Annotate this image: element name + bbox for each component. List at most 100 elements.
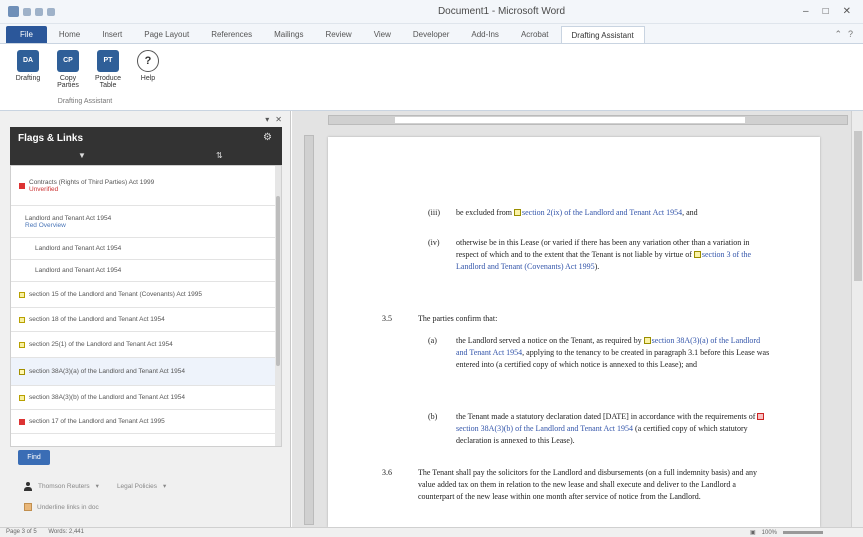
status-bar: Page 3 of 5 Words: 2,441 ▣ 100% (0, 527, 863, 537)
yellow-flag-icon (19, 394, 25, 401)
para-number: (iv) (428, 238, 440, 247)
filter-icon[interactable]: ▼ (78, 151, 86, 160)
list-item[interactable]: section 38A(3)(a) of the Landlord and Te… (11, 358, 281, 386)
drafting-button[interactable]: DA Drafting (10, 50, 46, 82)
paragraph[interactable]: The parties confirm that: (418, 313, 772, 325)
view-mode-icon[interactable]: ▣ (750, 529, 756, 536)
citation-link[interactable]: section 2(ix) of the Landlord and Tenant… (522, 208, 682, 217)
list-item-text: Landlord and Tenant Act 1954 (25, 214, 112, 222)
list-item[interactable]: section 25(1) of the Landlord and Tenant… (11, 332, 281, 358)
list-item-text: Landlord and Tenant Act 1954 (35, 267, 122, 274)
copy-parties-button[interactable]: CP Copy Parties (50, 50, 86, 89)
options-dropdown[interactable]: Legal Policies (117, 483, 157, 490)
zoom-level[interactable]: 100% (762, 530, 777, 536)
person-icon (24, 481, 32, 491)
chevron-down-icon[interactable]: ▾ (96, 482, 99, 490)
drafting-icon: DA (17, 50, 39, 72)
tab-insert[interactable]: Insert (92, 26, 132, 43)
tab-review[interactable]: Review (315, 26, 361, 43)
underline-option[interactable]: Underline links in doc (24, 503, 99, 511)
tab-drafting-assistant[interactable]: Drafting Assistant (560, 26, 645, 43)
list-item-text: section 25(1) of the Landlord and Tenant… (29, 341, 173, 348)
sort-icon[interactable]: ⇅ (216, 151, 223, 160)
underline-label: Underline links in doc (37, 503, 99, 511)
para-number: (b) (428, 412, 438, 421)
list-item[interactable]: section 18 of the Landlord and Tenant Ac… (11, 308, 281, 332)
tab-file[interactable]: File (6, 26, 47, 43)
tab-add-ins[interactable]: Add-Ins (461, 26, 509, 43)
para-number: (a) (428, 336, 437, 345)
red-flag-icon (19, 182, 25, 189)
underline-checkbox[interactable] (24, 503, 32, 511)
ribbon: DA Drafting CP Copy Parties PT Produce T… (0, 44, 863, 111)
para-number: 3.5 (382, 314, 392, 323)
redo-icon[interactable] (47, 7, 55, 16)
help-button[interactable]: ? Help (130, 50, 166, 82)
help-label: Help (140, 75, 156, 82)
list-scroll-thumb[interactable] (276, 196, 280, 366)
copy-parties-icon: CP (57, 50, 79, 72)
produce-table-button[interactable]: PT Produce Table (90, 50, 126, 89)
red-flag-icon[interactable] (757, 413, 765, 420)
zoom-slider[interactable] (783, 531, 823, 534)
page-count[interactable]: Page 3 of 5 (6, 529, 37, 535)
citation-link[interactable]: section 38A(3)(b) of the Landlord and Te… (456, 424, 633, 433)
tab-acrobat[interactable]: Acrobat (511, 26, 559, 43)
list-scrollbar[interactable] (275, 166, 281, 446)
user-dropdown[interactable]: Thomson Reuters (38, 483, 90, 490)
tab-mailings[interactable]: Mailings (264, 26, 313, 43)
list-item[interactable]: section 38A(3)(b) of the Landlord and Te… (11, 386, 281, 410)
save-icon[interactable] (23, 7, 31, 16)
horizontal-ruler[interactable] (328, 115, 848, 125)
yellow-flag-icon[interactable] (693, 251, 701, 258)
list-item[interactable]: section 17 of the Landlord and Tenant Ac… (11, 410, 281, 434)
yellow-flag-icon[interactable] (513, 209, 521, 216)
word-count[interactable]: Words: 2,441 (48, 529, 84, 535)
paragraph[interactable]: be excluded from section 2(ix) of the La… (456, 207, 772, 219)
pane-settings-icon[interactable]: ⚙ (263, 132, 272, 143)
paragraph[interactable]: The Tenant shall pay the solicitors for … (418, 467, 772, 503)
document-scrollbar[interactable] (851, 111, 863, 527)
chevron-down-icon[interactable]: ▾ (163, 482, 166, 490)
quick-access-toolbar (0, 6, 200, 17)
produce-table-label: Produce Table (94, 75, 122, 89)
vertical-ruler[interactable] (304, 135, 314, 525)
list-item-text: section 15 of the Landlord and Tenant (C… (29, 291, 202, 298)
document-area: (iii) be excluded from section 2(ix) of … (292, 111, 863, 527)
tab-developer[interactable]: Developer (403, 26, 459, 43)
pane-close-icon[interactable]: ✕ (275, 115, 282, 124)
paragraph[interactable]: the Tenant made a statutory declaration … (456, 411, 772, 447)
document-scroll-thumb[interactable] (854, 131, 862, 281)
help-icon[interactable]: ? (848, 29, 853, 40)
yellow-flag-icon[interactable] (643, 337, 651, 344)
document-page[interactable]: (iii) be excluded from section 2(ix) of … (328, 137, 820, 527)
ribbon-tabs: File Home Insert Page Layout References … (0, 24, 863, 44)
list-item-text: Contracts (Rights of Third Parties) Act … (29, 178, 155, 186)
minimize-ribbon-icon[interactable]: ⌃ (834, 29, 842, 40)
list-item[interactable]: Landlord and Tenant Act 1954 (11, 260, 281, 282)
window-title: Document1 - Microsoft Word (437, 6, 566, 17)
tab-page-layout[interactable]: Page Layout (134, 26, 199, 43)
pane-header: Flags & Links ⚙ ▼ ⇅ (10, 127, 282, 165)
tab-view[interactable]: View (364, 26, 401, 43)
list-item[interactable]: Landlord and Tenant Act 1954 Red Overvie… (11, 206, 281, 238)
copy-parties-label: Copy Parties (57, 75, 79, 89)
paragraph[interactable]: otherwise be in this Lease (or varied if… (456, 237, 772, 273)
para-number: 3.6 (382, 468, 392, 477)
paragraph[interactable]: the Landlord served a notice on the Tena… (456, 335, 772, 371)
find-button[interactable]: Find (18, 450, 50, 465)
maximize-icon[interactable]: □ (823, 6, 829, 17)
pane-menu-icon[interactable]: ▾ (265, 115, 269, 124)
close-icon[interactable]: ✕ (843, 6, 851, 17)
tab-home[interactable]: Home (49, 26, 90, 43)
user-options-row: Thomson Reuters ▾ Legal Policies ▾ (24, 479, 274, 493)
undo-icon[interactable] (35, 7, 43, 16)
minimize-icon[interactable]: – (803, 6, 809, 17)
list-item-text: section 18 of the Landlord and Tenant Ac… (29, 316, 165, 323)
produce-table-icon: PT (97, 50, 119, 72)
list-item[interactable]: Contracts (Rights of Third Parties) Act … (11, 166, 281, 206)
list-item[interactable]: section 15 of the Landlord and Tenant (C… (11, 282, 281, 308)
tab-references[interactable]: References (201, 26, 262, 43)
drafting-label: Drafting (15, 75, 41, 82)
list-item[interactable]: Landlord and Tenant Act 1954 (11, 238, 281, 260)
